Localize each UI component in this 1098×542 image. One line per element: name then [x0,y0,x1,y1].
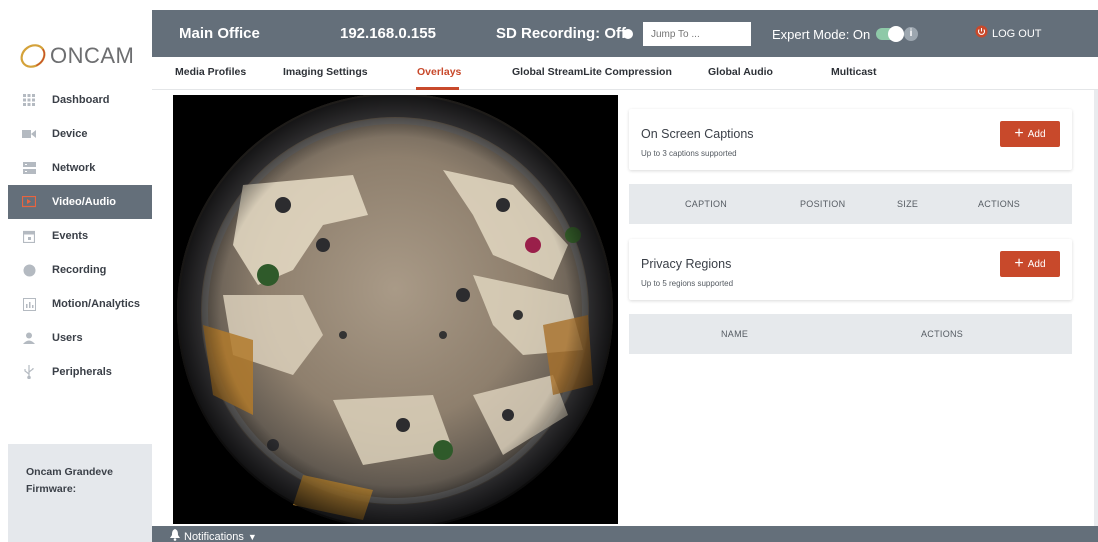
calendar-icon [22,229,36,243]
logout-button[interactable]: LOG OUT [975,25,1042,43]
grid-icon [22,93,36,107]
video-icon [22,195,36,209]
sidebar-item-label: Users [52,332,83,344]
camera-icon [22,127,36,141]
sidebar-item-label: Device [52,128,88,140]
sidebar-item-label: Recording [52,264,107,276]
add-caption-label: Add [1027,128,1046,140]
device-name: Main Office [179,25,260,42]
chevron-down-icon: ▼ [247,532,257,542]
sidebar-item-device[interactable]: Device [8,117,152,151]
sidebar-item-video-audio[interactable]: Video/Audio [8,185,152,219]
sidebar-item-label: Motion/Analytics [52,298,141,310]
sidebar-item-dashboard[interactable]: Dashboard [8,83,152,117]
captions-title: On Screen Captions [641,127,754,141]
sidebar-item-users[interactable]: Users [8,321,152,355]
record-icon [22,263,36,277]
sidebar-item-events[interactable]: Events [8,219,152,253]
add-caption-button[interactable]: + Add [1000,121,1060,147]
sidebar-item-motion-analytics[interactable]: Motion/Analytics [8,287,152,321]
fisheye-image [173,95,618,524]
firmware-label: Firmware: [26,483,77,495]
network-icon [22,161,36,175]
expert-mode-label: Expert Mode: On [772,27,871,42]
content-scrollbar[interactable] [1094,90,1098,526]
sidebar-item-peripherals[interactable]: Peripherals [8,355,152,389]
tab-media-profiles[interactable]: Media Profiles [175,66,246,78]
usb-icon [22,365,36,379]
tab-global-audio[interactable]: Global Audio [708,66,773,78]
privacy-regions-subtitle: Up to 5 regions supported [641,279,734,288]
tab-bar: Media Profiles Imaging Settings Overlays… [152,57,1098,90]
app-root: ONCAM Dashboard Device Network Video/Aud… [0,0,1098,542]
tab-overlays[interactable]: Overlays [417,66,461,78]
sidebar-item-label: Peripherals [52,366,112,378]
user-icon [22,331,36,345]
header-bar: Main Office 192.168.0.155 SD Recording: … [152,10,1098,57]
sidebar-nav: Dashboard Device Network Video/Audio Eve… [8,83,152,389]
captions-subtitle: Up to 3 captions supported [641,149,737,158]
oncam-logo-icon [18,41,48,71]
notifications-bar: Notifications ▼ [152,526,1098,542]
sd-recording-dot-icon [623,29,633,39]
sidebar-item-recording[interactable]: Recording [8,253,152,287]
info-icon[interactable]: i [904,27,918,41]
toggle-knob [888,26,904,42]
notifications-label: Notifications [184,531,244,542]
column-caption: CAPTION [685,199,728,209]
firmware-panel: Oncam Grandeve Firmware: [8,444,152,542]
power-icon [975,25,988,43]
tab-imaging-settings[interactable]: Imaging Settings [283,66,368,78]
sidebar-item-label: Dashboard [52,94,110,106]
sidebar-item-label: Network [52,162,96,174]
column-name: NAME [721,329,749,339]
expert-mode-toggle[interactable] [876,26,904,42]
camera-preview[interactable] [173,95,618,524]
privacy-regions-title: Privacy Regions [641,257,732,271]
sidebar-item-network[interactable]: Network [8,151,152,185]
device-ip: 192.168.0.155 [340,25,436,42]
logout-label: LOG OUT [992,28,1042,40]
bell-icon [170,528,180,542]
sd-recording-status: SD Recording: Off [496,25,626,42]
privacy-table-header: NAME ACTIONS [629,314,1072,354]
logo-text: ONCAM [50,43,135,68]
captions-card: On Screen Captions Up to 3 captions supp… [629,109,1072,170]
firmware-device-name: Oncam Grandeve [26,466,113,478]
jump-to-input[interactable] [643,22,751,46]
main-content: On Screen Captions Up to 3 captions supp… [152,90,1098,526]
add-privacy-region-button[interactable]: + Add [1000,251,1060,277]
plus-icon: + [1014,255,1024,272]
oncam-logo[interactable]: ONCAM [18,36,148,76]
notifications-toggle[interactable]: Notifications ▼ [170,528,257,542]
sidebar-item-label: Events [52,230,89,242]
tab-multicast[interactable]: Multicast [831,66,877,78]
column-size: SIZE [897,199,919,209]
column-actions: ACTIONS [921,329,964,339]
add-privacy-region-label: Add [1027,258,1046,270]
privacy-regions-card: Privacy Regions Up to 5 regions supporte… [629,239,1072,300]
plus-icon: + [1014,125,1024,142]
sidebar: ONCAM Dashboard Device Network Video/Aud… [8,10,152,542]
captions-table-header: CAPTION POSITION SIZE ACTIONS [629,184,1072,224]
column-actions: ACTIONS [978,199,1021,209]
tab-global-streamlite-compression[interactable]: Global StreamLite Compression [512,66,672,78]
chart-icon [22,297,36,311]
column-position: POSITION [800,199,846,209]
sidebar-item-label: Video/Audio [52,196,116,208]
